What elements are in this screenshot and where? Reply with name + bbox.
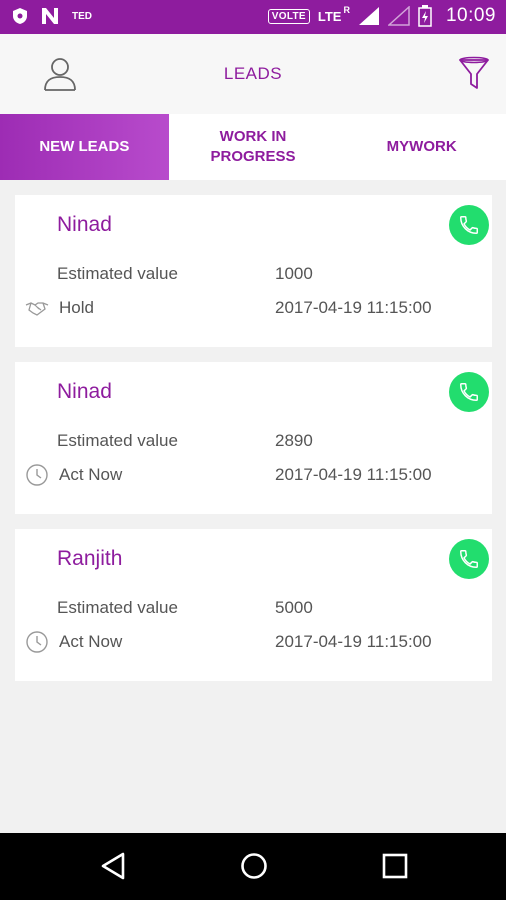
phone-icon [460, 216, 478, 234]
lead-status: Act Now [59, 465, 123, 484]
clock-icon [26, 464, 48, 486]
phone-icon [460, 383, 478, 401]
signal-icon [358, 7, 379, 25]
lead-date: 2017-04-19 11:15:00 [275, 632, 432, 651]
filter-icon[interactable] [458, 56, 490, 92]
volte-badge: VOLTE [267, 8, 310, 24]
tab-label: MYWORK [386, 138, 457, 155]
tab-label: WORK IN PROGRESS [210, 128, 296, 165]
estimated-value-label: Estimated value [57, 431, 178, 450]
lead-name: Ninad [57, 380, 112, 403]
tab-label: NEW LEADS [39, 138, 130, 155]
system-nav-bar [0, 833, 506, 900]
lead-date: 2017-04-19 11:15:00 [275, 298, 432, 317]
app-bar: LEADS [0, 34, 506, 114]
back-icon[interactable] [99, 851, 129, 881]
call-button[interactable] [449, 205, 489, 245]
clock-time: 10:09 [445, 5, 496, 26]
battery-icon [418, 5, 432, 27]
status-bar: TED VOLTE LTE R 10:09 [0, 0, 506, 34]
tab-work-in-progress[interactable]: WORK IN PROGRESS [169, 114, 338, 180]
estimated-value-label: Estimated value [57, 264, 178, 283]
estimated-value-label: Estimated value [57, 598, 178, 617]
estimated-value: 5000 [275, 598, 313, 617]
phone-icon [460, 550, 478, 568]
recents-icon[interactable] [380, 851, 410, 881]
lead-status: Hold [59, 298, 94, 317]
signal-empty-icon [387, 6, 410, 26]
shield-icon [13, 8, 27, 24]
handshake-icon [25, 302, 49, 316]
lead-name: Ranjith [57, 547, 123, 570]
roaming-indicator: R [343, 5, 350, 15]
estimated-value: 2890 [275, 431, 313, 450]
lead-status: Act Now [59, 632, 123, 651]
network-type-label: LTE [317, 8, 342, 24]
clock-icon [26, 631, 48, 653]
call-button[interactable] [449, 539, 489, 579]
home-icon[interactable] [239, 851, 269, 881]
carrier-label: TED [72, 10, 92, 22]
call-button[interactable] [449, 372, 489, 412]
estimated-value: 1000 [275, 264, 313, 283]
page-title: LEADS [223, 64, 283, 83]
notification-n-icon [42, 8, 58, 24]
tab-bar: NEW LEADS WORK IN PROGRESS MYWORK [0, 114, 506, 180]
lead-card[interactable]: Ninad Estimated value 2890 Act Now 2017-… [15, 362, 492, 514]
tab-mywork[interactable]: MYWORK [337, 114, 506, 180]
lead-name: Ninad [57, 213, 112, 236]
lead-card[interactable]: Ninad Estimated value 1000 Hold 2017-04-… [15, 195, 492, 347]
lead-card[interactable]: Ranjith Estimated value 5000 Act Now 201… [15, 529, 492, 681]
lead-date: 2017-04-19 11:15:00 [275, 465, 432, 484]
tab-new-leads[interactable]: NEW LEADS [0, 114, 169, 180]
